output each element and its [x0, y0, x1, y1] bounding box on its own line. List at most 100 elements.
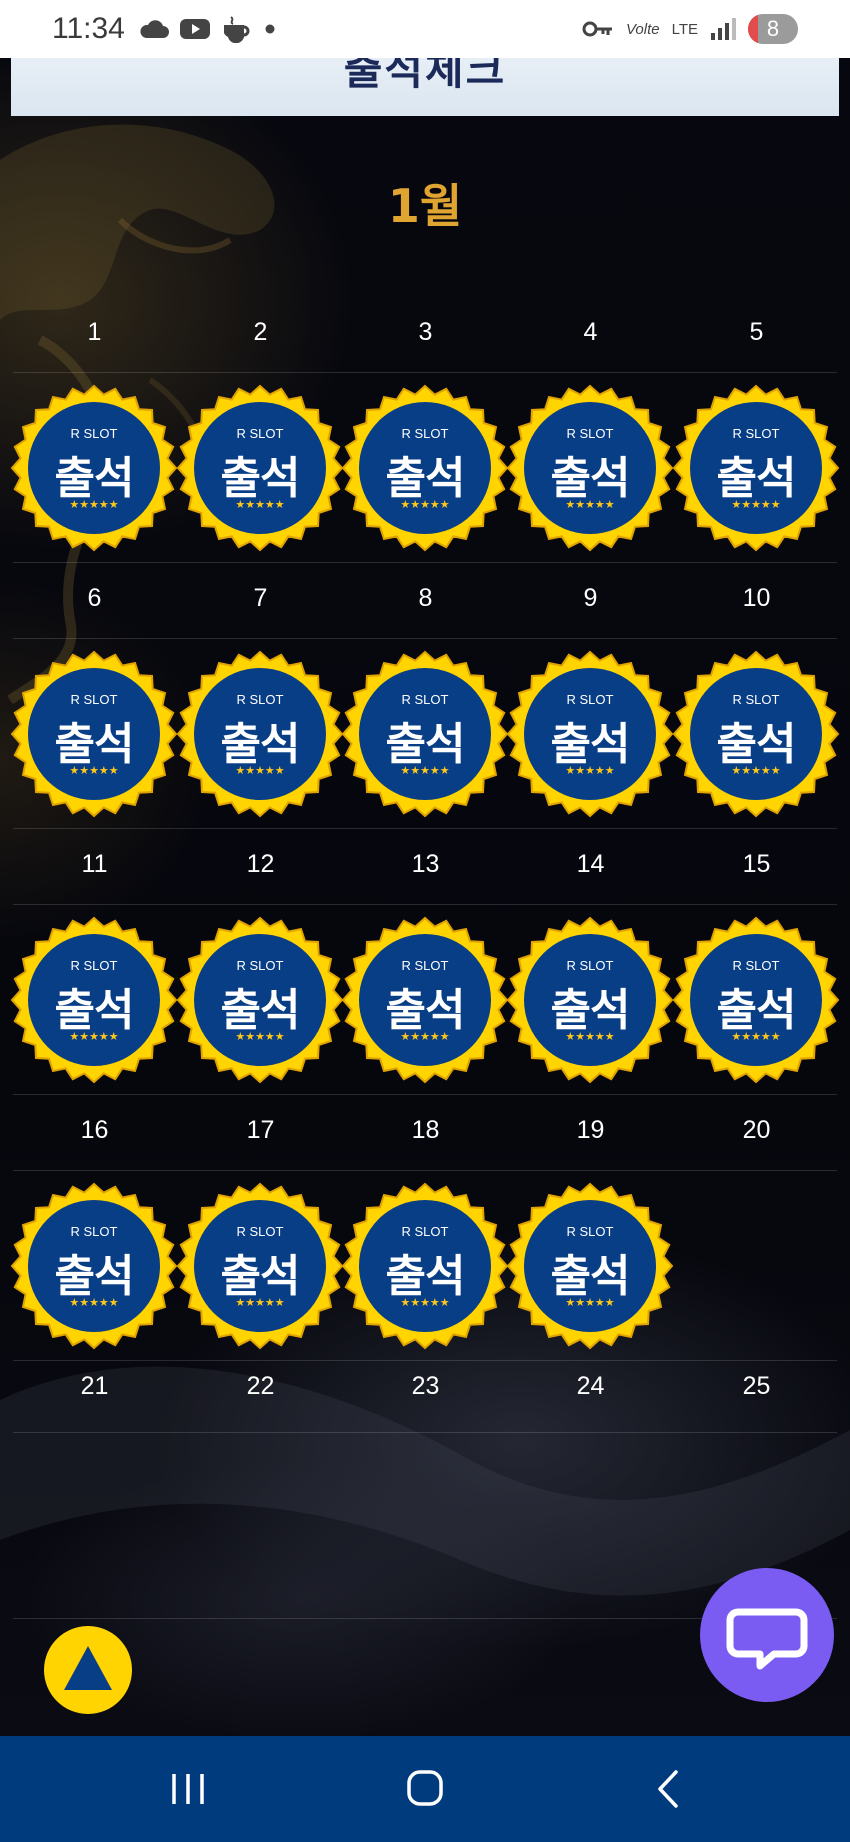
stamp-brand: R SLOT: [732, 692, 780, 707]
lte-icon: LTE: [671, 20, 698, 38]
stamp-stars: ★★★★★: [400, 1296, 450, 1309]
day-number: 3: [418, 318, 433, 346]
day-number: 7: [253, 584, 268, 612]
calendar-row-divider: [13, 638, 837, 639]
stamp-stars: ★★★★★: [731, 764, 781, 777]
attendance-stamp: R SLOT 출석 ★★★★★: [10, 916, 178, 1084]
stamp-brand: R SLOT: [236, 1224, 284, 1239]
stamp-brand: R SLOT: [566, 1224, 614, 1239]
home-icon: [407, 1770, 443, 1806]
stamp-brand: R SLOT: [732, 426, 780, 441]
day-number: 2: [253, 318, 268, 346]
day-number: 22: [246, 1372, 275, 1400]
attendance-stamp: R SLOT 출석 ★★★★★: [506, 1182, 674, 1350]
day-number: 24: [576, 1372, 605, 1400]
attendance-stamp: R SLOT 출석 ★★★★★: [176, 916, 344, 1084]
day-number: 1: [87, 318, 102, 346]
stamp-brand: R SLOT: [566, 958, 614, 973]
stamp-brand: R SLOT: [401, 426, 449, 441]
calendar-row-divider: [13, 828, 837, 829]
day-number: 15: [742, 850, 771, 878]
volte-icon: Volte: [625, 20, 660, 38]
day-number: 14: [576, 850, 605, 878]
attendance-stamp: R SLOT 출석 ★★★★★: [506, 916, 674, 1084]
page-title: 출석체크: [343, 58, 507, 94]
stamp-stars: ★★★★★: [235, 1030, 285, 1043]
stamp-label: 출석: [220, 1251, 301, 1302]
attendance-stamp: R SLOT 출석 ★★★★★: [672, 650, 840, 818]
stamp-label: 출석: [550, 453, 631, 504]
stamp-brand: R SLOT: [732, 958, 780, 973]
stamp-label: 출석: [385, 453, 466, 504]
stamp-brand: R SLOT: [70, 1224, 118, 1239]
status-bar: 11:34 Volte LTE 8: [0, 0, 850, 58]
scroll-top-button[interactable]: [44, 1626, 132, 1714]
stamp-label: 출석: [716, 985, 797, 1036]
stamp-label: 출석: [385, 1251, 466, 1302]
stamp-stars: ★★★★★: [69, 1030, 119, 1043]
stamp-label: 출석: [550, 719, 631, 770]
stamp-brand: R SLOT: [401, 958, 449, 973]
battery-level: 8: [766, 16, 780, 41]
attendance-stamp: R SLOT 출석 ★★★★★: [341, 1182, 509, 1350]
stamp-label: 출석: [550, 985, 631, 1036]
calendar-row-divider: [13, 1170, 837, 1171]
month-title: 1월: [387, 179, 463, 233]
youtube-icon: [179, 19, 210, 39]
attendance-stamp: R SLOT 출석 ★★★★★: [341, 916, 509, 1084]
chat-button[interactable]: [700, 1568, 834, 1702]
stamp-brand: R SLOT: [566, 426, 614, 441]
recent-apps-button[interactable]: [128, 1736, 248, 1842]
system-nav-bar: [0, 1736, 850, 1842]
stamp-stars: ★★★★★: [69, 1296, 119, 1309]
stamp-label: 출석: [220, 985, 301, 1036]
stamp-stars: ★★★★★: [731, 498, 781, 511]
stamp-stars: ★★★★★: [400, 1030, 450, 1043]
dot-icon: [265, 24, 275, 34]
day-number: 13: [411, 850, 440, 878]
back-button[interactable]: [604, 1736, 724, 1842]
stamp-label: 출석: [716, 719, 797, 770]
stamp-brand: R SLOT: [401, 692, 449, 707]
stamp-stars: ★★★★★: [235, 1296, 285, 1309]
day-number: 10: [742, 584, 771, 612]
stamp-label: 출석: [54, 453, 135, 504]
stamp-brand: R SLOT: [566, 692, 614, 707]
attendance-stamp: R SLOT 출석 ★★★★★: [10, 1182, 178, 1350]
page-header-banner: 출석체크: [11, 58, 839, 116]
stamp-stars: ★★★★★: [69, 498, 119, 511]
stamp-label: 출석: [220, 453, 301, 504]
signal-icon: [711, 18, 736, 40]
stamp-stars: ★★★★★: [565, 498, 615, 511]
stamp-brand: R SLOT: [236, 958, 284, 973]
calendar-row-divider: [13, 1094, 837, 1095]
chat-bubble-icon: [726, 1608, 808, 1670]
day-number: 17: [246, 1116, 275, 1144]
day-number: 4: [583, 318, 598, 346]
day-number: 5: [749, 318, 764, 346]
stamp-label: 출석: [716, 453, 797, 504]
day-number: 8: [418, 584, 433, 612]
stamp-stars: ★★★★★: [565, 1296, 615, 1309]
stamp-brand: R SLOT: [401, 1224, 449, 1239]
day-number: 23: [411, 1372, 440, 1400]
stamp-brand: R SLOT: [70, 692, 118, 707]
recent-apps-icon: [172, 1774, 204, 1804]
attendance-stamp: R SLOT 출석 ★★★★★: [341, 384, 509, 552]
stamp-label: 출석: [54, 985, 135, 1036]
stamp-stars: ★★★★★: [400, 498, 450, 511]
stamp-brand: R SLOT: [70, 426, 118, 441]
home-button[interactable]: [365, 1736, 485, 1842]
stamp-label: 출석: [385, 719, 466, 770]
stamp-stars: ★★★★★: [235, 764, 285, 777]
stamp-brand: R SLOT: [236, 692, 284, 707]
day-number: 9: [583, 584, 598, 612]
stamp-label: 출석: [220, 719, 301, 770]
day-number: 16: [80, 1116, 109, 1144]
day-number: 6: [87, 584, 102, 612]
day-number: 11: [81, 850, 108, 878]
stamp-label: 출석: [550, 1251, 631, 1302]
stamp-stars: ★★★★★: [400, 764, 450, 777]
attendance-stamp: R SLOT 출석 ★★★★★: [176, 650, 344, 818]
attendance-stamp: R SLOT 출석 ★★★★★: [176, 384, 344, 552]
